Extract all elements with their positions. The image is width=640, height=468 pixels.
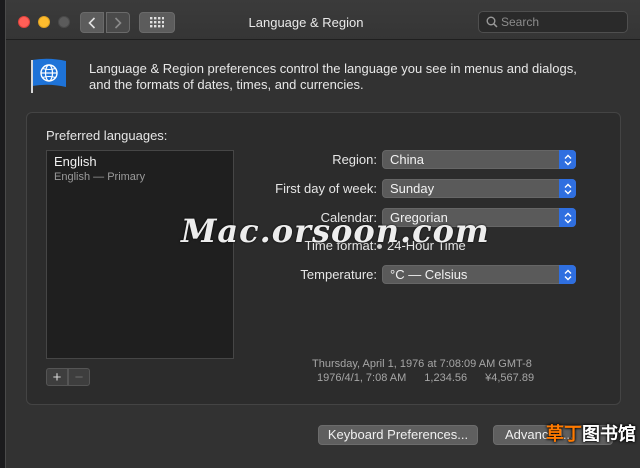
temperature-popup[interactable]: °C — Celsius [382, 265, 576, 284]
first-day-label: First day of week: [275, 181, 377, 196]
updown-chevron-icon [559, 265, 576, 284]
settings-panel: Preferred languages: English English — P… [26, 112, 621, 405]
search-input[interactable] [501, 14, 621, 30]
temperature-value: °C — Celsius [390, 267, 468, 282]
temperature-label: Temperature: [300, 267, 377, 282]
search-field[interactable] [478, 11, 628, 33]
keyboard-preferences-button[interactable]: Keyboard Preferences... [318, 425, 478, 445]
remove-language-button[interactable]: − [68, 368, 90, 386]
sample-date-long: Thursday, April 1, 1976 at 7:08:09 AM GM… [312, 358, 532, 370]
sample-number: 1,234.56 [424, 372, 468, 384]
updown-chevron-icon [559, 150, 576, 169]
language-name: English [54, 154, 97, 169]
sample-date-short: 1976/4/1, 7:08 AM [317, 372, 407, 384]
site-logo: 草丁图书馆 [546, 424, 636, 445]
updown-chevron-icon [559, 179, 576, 198]
language-detail: English — Primary [54, 171, 146, 183]
list-item[interactable]: English English — Primary [47, 151, 233, 187]
region-label: Region: [332, 152, 377, 167]
watermark-text: Mac.orsoon.com [181, 212, 490, 250]
region-popup[interactable]: China [382, 150, 576, 169]
first-day-popup[interactable]: Sunday [382, 179, 576, 198]
preferred-languages-label: Preferred languages: [46, 128, 168, 143]
header-description: Language & Region preferences control th… [89, 61, 577, 92]
add-language-button[interactable]: + [46, 368, 68, 386]
title-bar: Language & Region [6, 0, 640, 40]
search-icon [486, 16, 498, 28]
language-list[interactable]: English English — Primary [46, 150, 234, 359]
region-value: China [390, 152, 424, 167]
preferences-window: Language & Region Language & Region pref… [5, 0, 640, 468]
first-day-value: Sunday [390, 181, 435, 196]
sample-formats: 1976/4/1, 7:08 AM 1,234.56 ¥4,567.89 [317, 372, 534, 384]
globe-flag-icon [31, 58, 66, 93]
sample-currency: ¥4,567.89 [485, 372, 535, 384]
updown-chevron-icon [559, 208, 576, 227]
